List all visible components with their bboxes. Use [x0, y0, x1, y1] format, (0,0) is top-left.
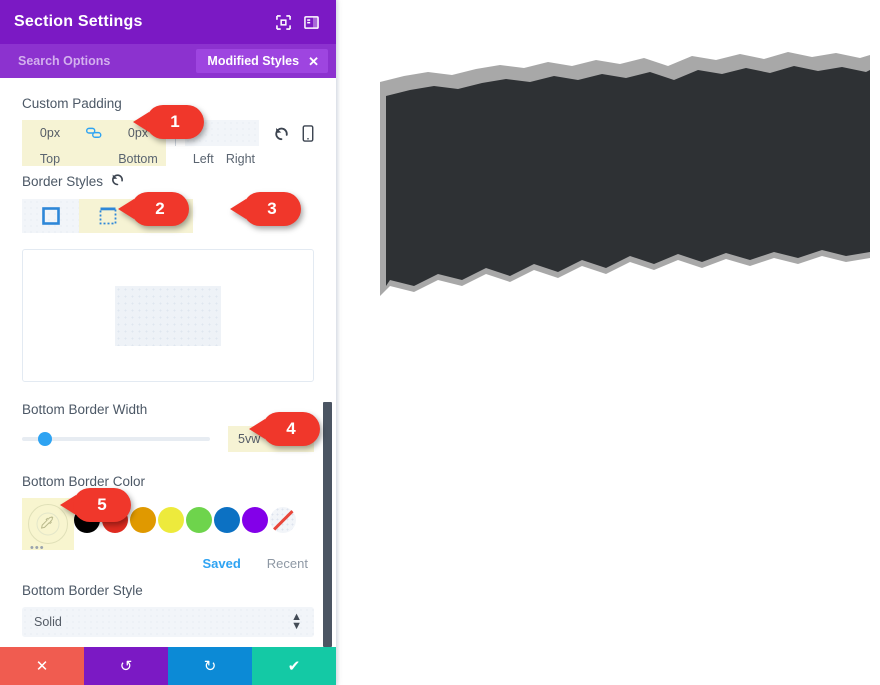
eyedropper-icon [28, 504, 68, 544]
search-bar: Modified Styles ✕ [0, 44, 336, 78]
padding-top-field[interactable]: 0px Top [22, 120, 78, 166]
bottom-border-width-slider[interactable] [22, 432, 210, 446]
custom-padding-row: 0px Top 0px Bottom Left Right [22, 120, 314, 172]
panel-footer: ✕ ↺ ↻ ✔ [0, 647, 336, 685]
border-all-sides-button[interactable] [22, 199, 79, 233]
swatch-black[interactable] [74, 507, 100, 533]
padding-bottom-caption: Bottom [118, 152, 158, 166]
swatch-purple[interactable] [242, 507, 268, 533]
swatch-blue[interactable] [214, 507, 240, 533]
divider [175, 120, 176, 146]
padding-top-value[interactable]: 0px [22, 120, 78, 146]
padding-tools [273, 120, 314, 146]
tab-recent[interactable]: Recent [267, 556, 308, 571]
swatch-orange[interactable] [130, 507, 156, 533]
color-tabs: Saved Recent [22, 556, 308, 571]
checkmark-icon: ✔ [287, 658, 301, 675]
redo-button[interactable]: ↻ [168, 647, 252, 685]
more-options-dots[interactable]: ••• [30, 542, 45, 554]
padding-top-bottom-group: 0px Top 0px Bottom [22, 120, 166, 166]
bottom-border-width-input[interactable]: 5vw [228, 426, 314, 452]
scrollbar-thumb[interactable] [323, 402, 332, 647]
border-styles-label: Border Styles [22, 172, 314, 190]
border-styles-buttons [22, 199, 314, 233]
fullscreen-icon[interactable] [272, 11, 294, 33]
app-root: + Section Settings [0, 0, 880, 685]
bottom-border-width-row: 5vw [22, 426, 314, 452]
mobile-device-icon[interactable] [302, 124, 314, 142]
padding-right-caption: Right [225, 152, 255, 166]
border-styles-text: Border Styles [22, 173, 104, 189]
close-icon: ✕ [35, 658, 49, 675]
padding-left-caption: Left [192, 152, 214, 166]
panel-scrollbar[interactable] [323, 78, 332, 647]
border-preview-inner [115, 285, 221, 346]
swatch-yellow[interactable] [158, 507, 184, 533]
custom-padding-label: Custom Padding [22, 96, 122, 111]
save-button[interactable]: ✔ [252, 647, 336, 685]
reset-arrow-icon[interactable] [110, 172, 125, 190]
border-preview-box [22, 249, 314, 382]
bottom-border-width-label: Bottom Border Width [22, 402, 148, 417]
padding-right-value[interactable] [221, 120, 259, 146]
section-settings-panel: Section Settings Modified Styles [0, 0, 336, 685]
padding-right-field[interactable]: Right [221, 120, 259, 166]
padding-top-caption: Top [39, 152, 61, 166]
cancel-button[interactable]: ✕ [0, 647, 84, 685]
reset-arrow-icon[interactable] [273, 125, 290, 142]
chevron-updown-icon: ▲ ▼ [291, 611, 302, 632]
panel-header: Section Settings [0, 0, 336, 44]
tab-saved[interactable]: Saved [202, 556, 240, 571]
padding-bottom-field[interactable]: 0px Bottom [110, 120, 166, 166]
bottom-border-color-row: ••• [22, 498, 314, 554]
swatch-green[interactable] [186, 507, 212, 533]
bottom-border-style-value: Solid [34, 615, 62, 629]
bottom-border-color-label: Bottom Border Color [22, 474, 146, 489]
modified-styles-pill[interactable]: Modified Styles ✕ [196, 49, 328, 73]
color-picker-button[interactable]: ••• [22, 498, 74, 554]
modified-styles-label: Modified Styles [207, 54, 300, 68]
bottom-border-style-select[interactable]: Solid ▲ ▼ [22, 607, 314, 637]
link-chain-icon[interactable] [78, 120, 110, 146]
undo-button[interactable]: ↺ [84, 647, 168, 685]
padding-left-field[interactable]: Left [184, 120, 222, 166]
close-icon[interactable]: ✕ [308, 55, 319, 68]
panel-body: Custom Padding 0px Top 0px Bottom Left R… [0, 78, 336, 647]
search-input[interactable] [18, 54, 197, 68]
border-top-side-button[interactable] [79, 199, 136, 233]
color-swatches [74, 498, 298, 533]
undo-arrow-icon: ↺ [119, 658, 133, 675]
swatch-red[interactable] [102, 507, 128, 533]
canvas-left-shadow [336, 0, 340, 685]
bottom-border-style-label: Bottom Border Style [22, 583, 143, 598]
torn-edge-section[interactable] [380, 52, 870, 322]
preview-canvas: + [336, 0, 880, 685]
redo-arrow-icon: ↻ [203, 658, 217, 675]
layout-panel-icon[interactable] [300, 11, 322, 33]
slider-handle[interactable] [37, 432, 52, 446]
page-title: Section Settings [14, 13, 143, 30]
padding-bottom-value[interactable]: 0px [110, 120, 166, 146]
border-bottom-side-button[interactable] [136, 199, 193, 233]
padding-left-value[interactable] [184, 120, 222, 146]
swatch-transparent[interactable] [270, 507, 296, 533]
